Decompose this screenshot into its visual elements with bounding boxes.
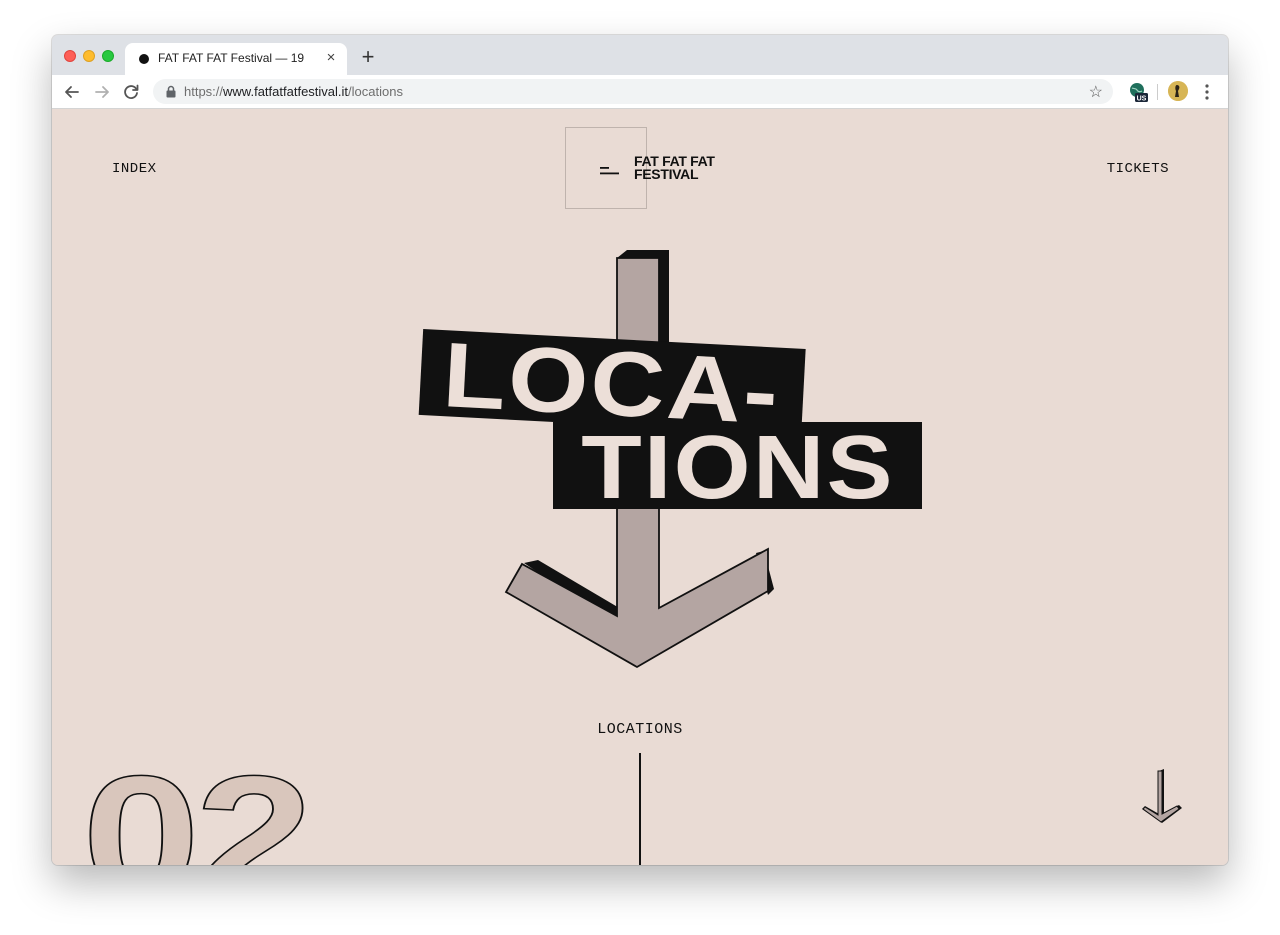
more-menu-icon[interactable] (1200, 81, 1214, 103)
browser-window: FAT FAT FAT Festival — 19 × + https://ww… (52, 35, 1228, 865)
hero-graphic: LOCA- TIONS (418, 250, 922, 669)
profile-silhouette-icon (1168, 81, 1188, 101)
toolbar-divider (1157, 84, 1158, 100)
extension-badge: US (1137, 95, 1147, 102)
close-window-button[interactable] (64, 50, 76, 62)
bookmark-star-icon[interactable]: ☆ (1089, 82, 1103, 102)
reload-icon[interactable] (120, 81, 142, 103)
extension-globe-icon[interactable]: US (1128, 82, 1148, 102)
section-number: 02 (82, 749, 308, 865)
address-bar[interactable]: https://www.fatfatfatfestival.it/locatio… (153, 79, 1113, 104)
tab-strip: FAT FAT FAT Festival — 19 × + (52, 35, 1228, 75)
url-path: /locations (348, 84, 403, 99)
new-tab-button[interactable]: + (357, 43, 379, 71)
page-content: INDEX TICKETS FAT FAT FAT FESTIVAL LOCA- (52, 109, 1228, 865)
section-number-outline: 02 (82, 749, 314, 865)
url-scheme: https:// (184, 84, 224, 99)
tab-title: FAT FAT FAT Festival — 19 (158, 51, 305, 65)
profile-avatar[interactable] (1168, 81, 1188, 101)
scroll-down-arrow-icon[interactable] (1140, 769, 1184, 831)
section-label: LOCATIONS (597, 721, 683, 738)
hero-line-2: TIONS (581, 417, 894, 518)
minimize-window-button[interactable] (83, 50, 95, 62)
browser-toolbar: https://www.fatfatfatfestival.it/locatio… (52, 75, 1228, 109)
url-host: www.fatfatfatfestival.it (223, 84, 349, 99)
zoom-window-button[interactable] (102, 50, 114, 62)
url-text: https://www.fatfatfatfestival.it/locatio… (184, 84, 403, 99)
section-divider-line (639, 753, 641, 865)
browser-tab[interactable]: FAT FAT FAT Festival — 19 × (125, 43, 347, 75)
forward-icon[interactable] (91, 81, 113, 103)
back-icon[interactable] (61, 81, 83, 103)
favicon-icon (139, 54, 149, 64)
lock-icon (166, 85, 176, 98)
tab-close-button[interactable]: × (323, 49, 339, 66)
